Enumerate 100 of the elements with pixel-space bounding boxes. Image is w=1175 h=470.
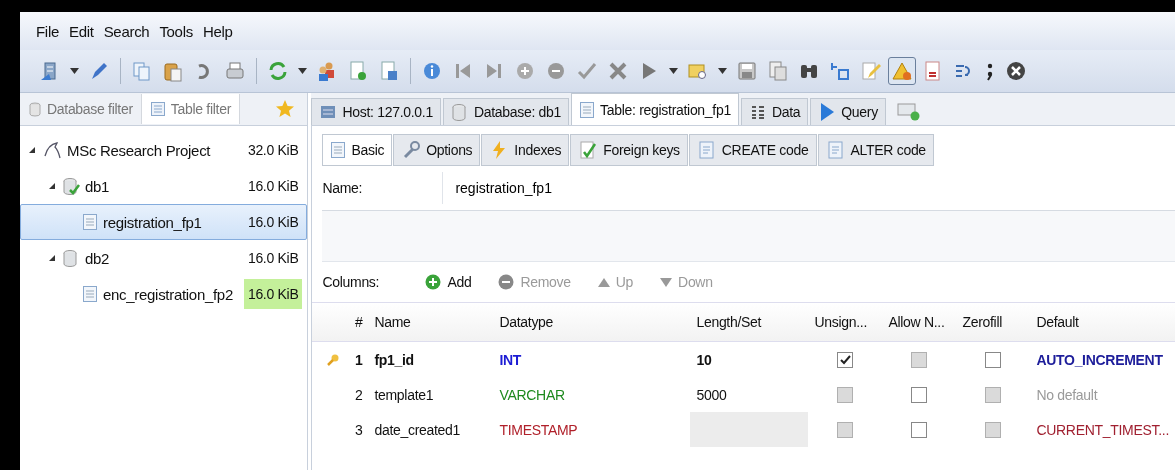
checkbox[interactable] — [911, 421, 928, 438]
columns-label: Columns: — [322, 274, 381, 290]
document-save-icon — [378, 60, 400, 82]
toolbar-button[interactable] — [67, 65, 82, 77]
table-cell-text: template1 — [373, 385, 435, 405]
replace-icon — [829, 60, 851, 82]
column-header[interactable]: Allow N... — [882, 303, 957, 341]
tree-item[interactable]: MSc Research Project 32.0 KiB — [20, 132, 308, 168]
editor-tab[interactable]: Foreign keys — [570, 134, 688, 166]
dolphin-icon — [42, 140, 62, 160]
table-cell-text: INT — [498, 350, 523, 370]
table-icon — [149, 101, 166, 117]
server-icon — [319, 103, 338, 121]
plus-circle-icon — [424, 273, 443, 291]
menu-item[interactable]: File — [36, 22, 59, 40]
tree-item[interactable]: enc_registration_fp2 16.0 KiB — [20, 276, 308, 312]
column-header[interactable]: Length/Set — [690, 303, 809, 341]
tab[interactable]: Host: 127.0.0.1 — [311, 98, 441, 125]
tree-item-label: db2 — [85, 249, 111, 267]
database-icon — [62, 248, 80, 268]
checkbox[interactable] — [911, 386, 928, 403]
expanded-icon[interactable] — [47, 253, 57, 263]
warning-icon — [891, 60, 913, 82]
size-label: 32.0 KiB — [246, 141, 300, 160]
plus-circle-icon — [514, 60, 536, 82]
minus-circle-icon — [497, 273, 516, 291]
caret-icon — [718, 68, 727, 74]
size-label: 16.0 KiB — [246, 213, 300, 232]
tree-item-label: registration_fp1 — [103, 213, 203, 231]
menu-item[interactable]: Help — [202, 22, 233, 40]
expanded-icon[interactable] — [47, 181, 57, 191]
new-query-tab-icon[interactable] — [895, 100, 922, 122]
toolbar-button[interactable] — [715, 65, 730, 77]
column-header[interactable]: # — [312, 303, 369, 341]
document-icon — [767, 60, 789, 82]
tab[interactable]: Database: db1 — [442, 98, 570, 125]
column-header[interactable]: Datatype — [493, 303, 691, 341]
editor-tab[interactable]: ALTER code — [817, 134, 934, 166]
tab[interactable]: Table: registration_fp1 — [571, 93, 739, 125]
down-triangle-icon — [659, 275, 674, 289]
row-number: 2 — [354, 386, 363, 403]
refresh-icon — [267, 60, 289, 82]
close-icon — [1005, 60, 1027, 82]
table-cell-text: 5000 — [695, 385, 728, 405]
printer-icon — [224, 60, 246, 82]
caret-icon — [669, 68, 678, 74]
caret-icon — [298, 68, 307, 74]
tree-item[interactable]: db1 16.0 KiB — [20, 168, 308, 204]
menu-item[interactable]: Search — [103, 22, 150, 40]
tab[interactable]: Query — [810, 98, 886, 125]
database-check-icon — [62, 176, 80, 196]
table-icon — [330, 140, 347, 160]
size-label: 16.0 KiB — [243, 279, 303, 309]
tree-item[interactable]: registration_fp1 16.0 KiB — [20, 204, 308, 240]
column-header[interactable]: Zerofill — [956, 303, 1031, 341]
table-cell-text: date_created1 — [373, 420, 462, 440]
editor-tab[interactable]: CREATE code — [688, 134, 817, 166]
row-number: 1 — [354, 351, 363, 368]
size-label: 16.0 KiB — [246, 177, 300, 196]
floppy-icon — [736, 60, 758, 82]
table-icon — [82, 212, 98, 232]
column-header[interactable]: Unsign... — [808, 303, 883, 341]
caret-icon — [70, 68, 79, 74]
toolbar-button[interactable] — [666, 65, 681, 77]
column-header[interactable]: Default — [1030, 303, 1175, 341]
toolbar-button[interactable] — [295, 65, 310, 77]
table-cell-text: TIMESTAMP — [498, 420, 579, 440]
menu-item[interactable]: Tools — [159, 22, 193, 40]
tree-item[interactable]: db2 16.0 KiB — [20, 240, 308, 276]
document-icon — [825, 140, 846, 160]
database-icon — [28, 101, 42, 117]
copy-icon — [131, 60, 153, 82]
row-number: 3 — [354, 421, 363, 438]
tree-item-label: db1 — [85, 177, 111, 195]
wrench-icon — [401, 140, 422, 160]
editor-tab[interactable]: Indexes — [481, 134, 570, 166]
database-icon — [450, 102, 469, 122]
tree-item-label: MSc Research Project — [67, 141, 212, 159]
editor-tab[interactable]: Options — [393, 134, 481, 166]
cross-icon — [607, 60, 629, 82]
expanded-icon[interactable] — [27, 145, 37, 155]
pencil-icon — [860, 60, 882, 82]
checkbox[interactable] — [985, 351, 1002, 368]
minus-circle-icon — [545, 60, 567, 82]
tab[interactable]: Data — [740, 98, 809, 125]
filter-tab[interactable]: Table filter — [141, 94, 240, 124]
editor-tab[interactable]: Basic — [322, 134, 393, 166]
star-icon[interactable] — [275, 99, 296, 119]
table-cell-text: AUTO_INCREMENT — [1035, 350, 1164, 370]
filter-tab[interactable]: Database filter — [20, 94, 142, 124]
table-cell-text: fp1_id — [373, 350, 415, 370]
size-label: 16.0 KiB — [246, 249, 300, 268]
table-cell-text: No default — [1035, 385, 1099, 405]
table-icon — [579, 99, 596, 120]
column-header[interactable]: Name — [368, 303, 494, 341]
add-column-button[interactable]: Add — [424, 273, 472, 291]
menu-item[interactable]: Edit — [69, 22, 94, 40]
paste-icon — [162, 60, 184, 82]
checkbox[interactable] — [837, 351, 854, 368]
info-icon — [421, 60, 443, 82]
